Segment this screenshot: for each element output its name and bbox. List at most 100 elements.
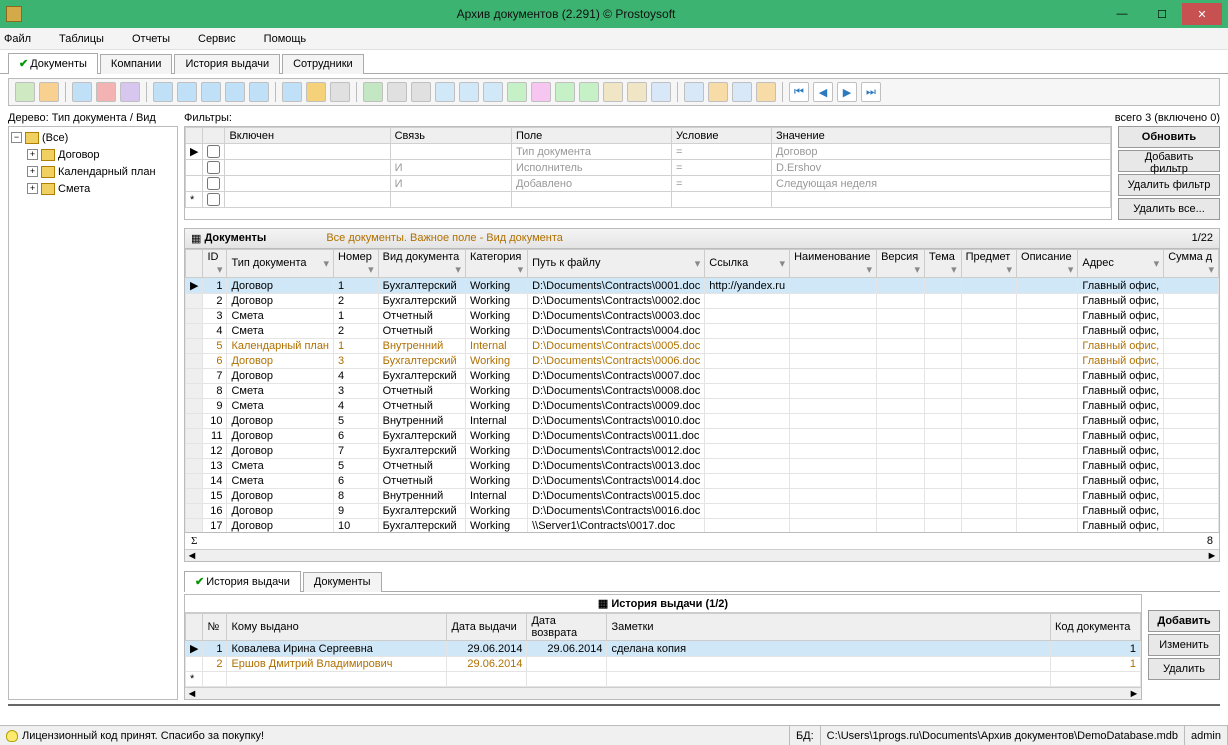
filters-table[interactable]: Включен Связь Поле Условие Значение ▶ Ти… xyxy=(184,126,1112,220)
menu-file[interactable]: Файл xyxy=(4,33,45,45)
export-word1-icon[interactable] xyxy=(435,82,455,102)
col-header[interactable]: № xyxy=(203,614,227,641)
col-header[interactable]: Версия▾ xyxy=(877,250,925,278)
table-row[interactable]: 5 Календарный план 1 Внутренний Internal… xyxy=(186,339,1219,354)
export-html-icon[interactable] xyxy=(603,82,623,102)
filter3-icon[interactable] xyxy=(201,82,221,102)
filter2-icon[interactable] xyxy=(177,82,197,102)
col-header[interactable]: Описание▾ xyxy=(1017,250,1078,278)
col-header[interactable]: Сумма д▾ xyxy=(1164,250,1219,278)
col-header[interactable]: Тип документа▾ xyxy=(227,250,334,278)
col-header[interactable]: Наименование▾ xyxy=(790,250,877,278)
filter5-icon[interactable] xyxy=(249,82,269,102)
tree-item-plan[interactable]: + Календарный план xyxy=(11,163,175,180)
delete-icon[interactable] xyxy=(96,82,116,102)
add-filter-button[interactable]: Добавить фильтр xyxy=(1118,150,1220,172)
table-row[interactable]: 3 Смета 1 Отчетный Working D:\Documents\… xyxy=(186,309,1219,324)
col-header[interactable]: Код документа xyxy=(1051,614,1141,641)
table-row[interactable]: 2 Договор 2 Бухгалтерский Working D:\Doc… xyxy=(186,294,1219,309)
copy-icon[interactable] xyxy=(72,82,92,102)
refresh-button[interactable]: Обновить xyxy=(1118,126,1220,148)
nav-last-icon[interactable]: ⏭ xyxy=(861,82,881,102)
export-excel2-icon[interactable] xyxy=(555,82,575,102)
table-row[interactable]: ▶ 1 Ковалева Ирина Сергеевна 29.06.2014 … xyxy=(186,641,1141,657)
history-del-button[interactable]: Удалить xyxy=(1148,658,1220,680)
funnel-icon[interactable] xyxy=(282,82,302,102)
col-header[interactable]: Предмет▾ xyxy=(961,250,1016,278)
edit-icon[interactable] xyxy=(39,82,59,102)
chart-icon[interactable] xyxy=(651,82,671,102)
history-edit-button[interactable]: Изменить xyxy=(1148,634,1220,656)
menu-service[interactable]: Сервис xyxy=(198,33,250,45)
table-row[interactable]: 6 Договор 3 Бухгалтерский Working D:\Doc… xyxy=(186,354,1219,369)
tree-root[interactable]: − (Все) xyxy=(11,129,175,146)
subtab-history[interactable]: ✔История выдачи xyxy=(184,571,301,592)
tab-documents[interactable]: ✔Документы xyxy=(8,53,98,74)
settings1-icon[interactable] xyxy=(708,82,728,102)
print-icon[interactable] xyxy=(411,82,431,102)
refresh-icon[interactable] xyxy=(363,82,383,102)
settings2-icon[interactable] xyxy=(732,82,752,102)
menu-reports[interactable]: Отчеты xyxy=(132,33,184,45)
menu-tables[interactable]: Таблицы xyxy=(59,33,118,45)
table-row[interactable]: 13 Смета 5 Отчетный Working D:\Documents… xyxy=(186,459,1219,474)
tab-companies[interactable]: Компании xyxy=(100,54,173,74)
col-header[interactable]: Путь к файлу▾ xyxy=(528,250,705,278)
scroll-left-icon[interactable]: ◄ xyxy=(185,688,199,699)
settings3-icon[interactable] xyxy=(756,82,776,102)
table-row[interactable]: 9 Смета 4 Отчетный Working D:\Documents\… xyxy=(186,399,1219,414)
grid-icon[interactable] xyxy=(120,82,140,102)
col-header[interactable]: Номер▾ xyxy=(334,250,379,278)
menu-help[interactable]: Помощь xyxy=(264,33,321,45)
filter1-icon[interactable] xyxy=(153,82,173,102)
table-row[interactable]: 2 Ершов Дмитрий Владимирович 29.06.2014 … xyxy=(186,657,1141,672)
tree-item-dogovor[interactable]: + Договор xyxy=(11,146,175,163)
tree-item-smeta[interactable]: + Смета xyxy=(11,180,175,197)
history-add-button[interactable]: Добавить xyxy=(1148,610,1220,632)
table-row[interactable]: 8 Смета 3 Отчетный Working D:\Documents\… xyxy=(186,384,1219,399)
col-header[interactable]: Дата возврата xyxy=(527,614,607,641)
filter-enable-1[interactable] xyxy=(207,145,220,158)
table-row[interactable]: 16 Договор 9 Бухгалтерский Working D:\Do… xyxy=(186,504,1219,519)
table-row[interactable]: 11 Договор 6 Бухгалтерский Working D:\Do… xyxy=(186,429,1219,444)
nav-next-icon[interactable]: ▶ xyxy=(837,82,857,102)
table-row[interactable]: 17 Договор 10 Бухгалтерский Working \\Se… xyxy=(186,519,1219,533)
close-button[interactable]: ✕ xyxy=(1182,3,1222,25)
splitter[interactable] xyxy=(8,704,1220,712)
nav-prev-icon[interactable]: ◀ xyxy=(813,82,833,102)
col-header[interactable]: ID▾ xyxy=(203,250,227,278)
new-icon[interactable] xyxy=(15,82,35,102)
col-header[interactable]: Вид документа▾ xyxy=(378,250,465,278)
table-row[interactable]: 12 Договор 7 Бухгалтерский Working D:\Do… xyxy=(186,444,1219,459)
filter4-icon[interactable] xyxy=(225,82,245,102)
tab-employees[interactable]: Сотрудники xyxy=(282,54,364,74)
table-row[interactable]: 15 Договор 8 Внутренний Internal D:\Docu… xyxy=(186,489,1219,504)
table-row[interactable]: 10 Договор 5 Внутренний Internal D:\Docu… xyxy=(186,414,1219,429)
del-all-filters-button[interactable]: Удалить все... xyxy=(1118,198,1220,220)
table-row[interactable]: 4 Смета 2 Отчетный Working D:\Documents\… xyxy=(186,324,1219,339)
col-header[interactable]: Тема▾ xyxy=(925,250,962,278)
col-header[interactable]: Кому выдано xyxy=(227,614,447,641)
col-header[interactable]: Дата выдачи xyxy=(447,614,527,641)
folder-icon[interactable] xyxy=(306,82,326,102)
scroll-left-icon[interactable]: ◄ xyxy=(185,550,199,561)
table-row[interactable]: 7 Договор 4 Бухгалтерский Working D:\Doc… xyxy=(186,369,1219,384)
nav-first-icon[interactable]: ⏮ xyxy=(789,82,809,102)
minimize-button[interactable]: — xyxy=(1102,3,1142,25)
export-word3-icon[interactable] xyxy=(483,82,503,102)
export-excel1-icon[interactable] xyxy=(507,82,527,102)
filter-enable-new[interactable] xyxy=(207,193,220,206)
del-filter-button[interactable]: Удалить фильтр xyxy=(1118,174,1220,196)
col-header[interactable]: Категория▾ xyxy=(465,250,527,278)
table-row[interactable]: 14 Смета 6 Отчетный Working D:\Documents… xyxy=(186,474,1219,489)
col-header[interactable]: Ссылка▾ xyxy=(705,250,790,278)
find-icon[interactable] xyxy=(387,82,407,102)
col-header[interactable]: Адрес▾ xyxy=(1078,250,1164,278)
col-header[interactable]: Заметки xyxy=(607,614,1051,641)
documents-grid[interactable]: ▦ Документы Все документы. Важное поле -… xyxy=(184,228,1220,562)
scroll-right-icon[interactable]: ► xyxy=(1127,688,1141,699)
export-word2-icon[interactable] xyxy=(459,82,479,102)
export-excel3-icon[interactable] xyxy=(579,82,599,102)
export-csv-icon[interactable] xyxy=(627,82,647,102)
history-grid[interactable]: ▦ История выдачи (1/2) №Кому выданоДата … xyxy=(184,594,1142,700)
